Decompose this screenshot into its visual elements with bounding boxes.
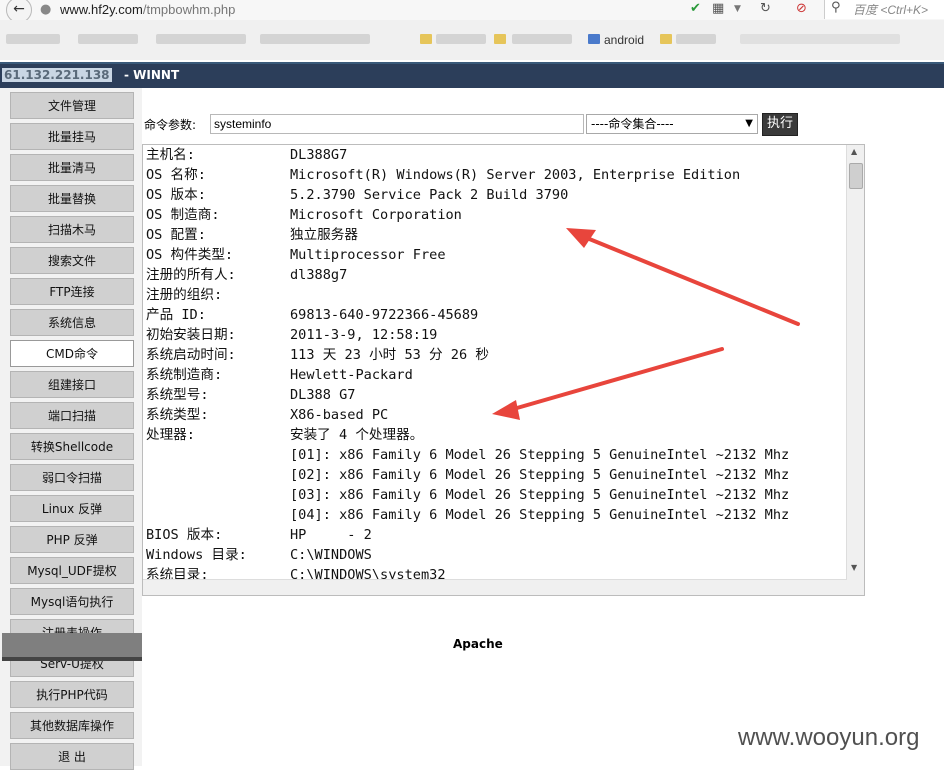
annotation-arrows bbox=[492, 228, 800, 420]
annotation-arrow-bottom bbox=[492, 347, 724, 420]
annotation-arrow-top bbox=[566, 228, 800, 326]
